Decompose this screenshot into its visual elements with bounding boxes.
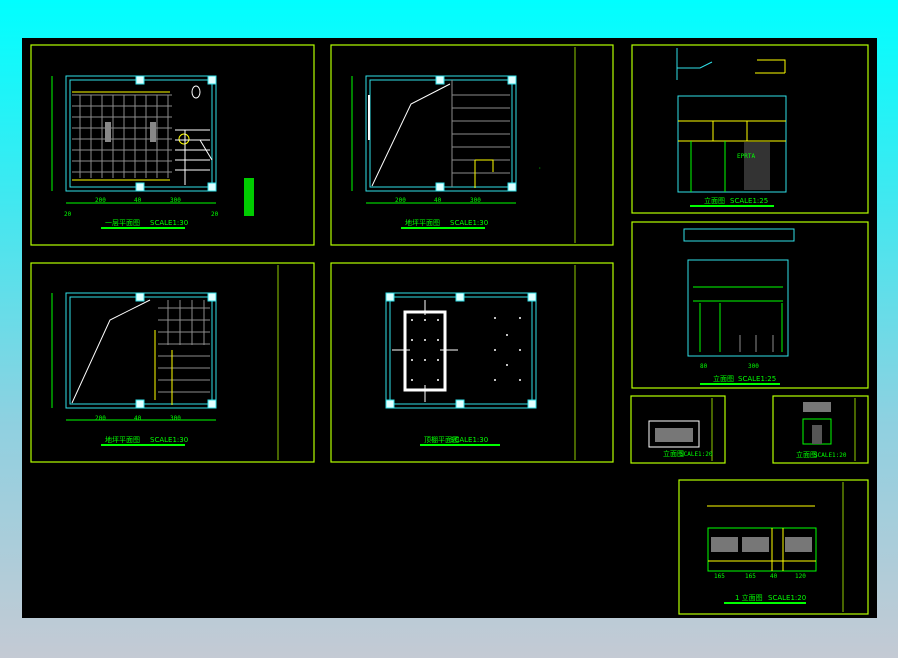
drawing-svg[interactable]: 200 40 300 20 20 一层平面图 SCALE1:30 · 200 4… — [22, 38, 877, 618]
dim-label: 200 — [95, 415, 106, 422]
sheet-floor-plan-2[interactable]: · 200 40 300 地坪平面图 SCALE1:30 — [330, 44, 614, 246]
dim-label: 300 — [170, 415, 181, 422]
light-fixture-icon — [519, 379, 521, 381]
light-fixture-icon — [411, 359, 413, 361]
sheet-ceiling-plan[interactable]: 顶棚平面图 SCALE1:30 — [330, 262, 614, 463]
drawing-title: 1 立面图 — [735, 593, 763, 602]
light-fixture-icon — [494, 317, 496, 319]
light-fixture-icon — [519, 317, 521, 319]
light-fixture-icon — [411, 379, 413, 381]
elevation-note: EPRTA — [737, 153, 755, 160]
drawing-scale: SCALE1:25 — [738, 375, 776, 383]
drawing-scale: SCALE1:30 — [450, 436, 488, 444]
sheet-elevation-b[interactable]: 80 300 立面图 SCALE1:25 — [631, 221, 869, 389]
light-fixture-icon — [424, 359, 426, 361]
light-fixture-icon — [437, 319, 439, 321]
dim-label: 200 — [95, 197, 106, 204]
dim-label: 300 — [748, 363, 759, 370]
svg-text:·: · — [538, 165, 542, 172]
floor-tile-grid — [72, 91, 172, 181]
dim-label: 40 — [770, 573, 778, 580]
sheet-detail-b[interactable]: 立面图 SCALE1:20 — [772, 395, 869, 464]
drawing-title: 一层平面图 — [105, 219, 140, 227]
sheet-detail-a[interactable]: 立面图 SCALE1:20 — [630, 395, 726, 464]
drawing-scale: SCALE1:25 — [730, 197, 768, 205]
dim-label: 20 — [211, 211, 219, 218]
dim-label: 300 — [170, 197, 181, 204]
light-fixture-icon — [519, 349, 521, 351]
dim-label: 165 — [714, 573, 725, 580]
drawing-scale: SCALE1:30 — [150, 219, 188, 227]
sheet-elevation-a[interactable]: EPRTA 立面图 SCALE1:25 — [631, 44, 869, 214]
tile-grid — [158, 300, 210, 393]
light-fixture-icon — [506, 364, 508, 366]
dim-label: 20 — [64, 211, 72, 218]
light-fixture-icon — [494, 379, 496, 381]
dim-label: 40 — [134, 415, 142, 422]
drawing-title: 地坪平面图 — [105, 435, 140, 444]
light-fixture-icon — [424, 339, 426, 341]
drawing-scale: SCALE1:20 — [814, 452, 847, 459]
drawing-scale: SCALE1:30 — [150, 436, 188, 444]
dim-label: 120 — [795, 573, 806, 580]
dim-label: 165 — [745, 573, 756, 580]
light-fixture-icon — [411, 339, 413, 341]
sheet-floor-plan-3[interactable]: 200 40 300 地坪平面图 SCALE1:30 — [30, 262, 315, 463]
drawing-scale: SCALE1:20 — [768, 594, 806, 602]
light-fixture-icon — [437, 379, 439, 381]
light-fixture-icon — [494, 349, 496, 351]
light-fixture-icon — [437, 359, 439, 361]
light-fixture-icon — [411, 319, 413, 321]
ceiling-lights — [411, 317, 521, 381]
cad-model-space[interactable]: 200 40 300 20 20 一层平面图 SCALE1:30 · 200 4… — [22, 38, 877, 618]
drawing-scale: SCALE1:20 — [680, 451, 713, 458]
sheet-floor-plan[interactable]: 200 40 300 20 20 一层平面图 SCALE1:30 — [30, 44, 315, 246]
stair-lines — [451, 80, 510, 187]
dim-label: 80 — [700, 363, 708, 370]
light-fixture-icon — [424, 319, 426, 321]
drawing-title: 地坪平面图 — [405, 218, 440, 227]
light-fixture-icon — [437, 339, 439, 341]
drawing-scale: SCALE1:30 — [450, 219, 488, 227]
drawing-title: 立面图 — [704, 196, 725, 205]
dim-label: 40 — [134, 197, 142, 204]
sheet-elevation-c[interactable]: 165 165 40 120 1 立面图 SCALE1:20 — [678, 479, 869, 615]
drawing-title: 立面图 — [713, 374, 734, 383]
light-fixture-icon — [506, 334, 508, 336]
